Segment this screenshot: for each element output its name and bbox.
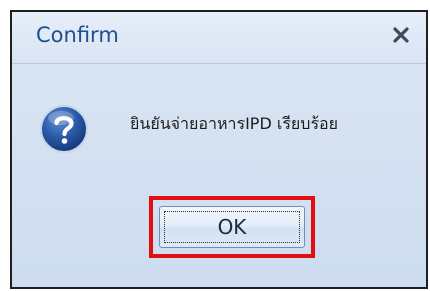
close-button[interactable]: [388, 22, 414, 48]
confirm-dialog: Confirm ยินยันจ่ายอาหารIPD เรียบร้อย OK: [10, 10, 428, 289]
dialog-titlebar: Confirm: [12, 12, 426, 64]
dialog-title: Confirm: [36, 23, 119, 47]
ok-button-label: OK: [217, 215, 247, 239]
ok-button[interactable]: OK: [159, 206, 305, 248]
dialog-message: ยินยันจ่ายอาหารIPD เรียบร้อย: [130, 114, 339, 133]
question-icon: [40, 105, 88, 153]
close-icon: [393, 27, 409, 43]
